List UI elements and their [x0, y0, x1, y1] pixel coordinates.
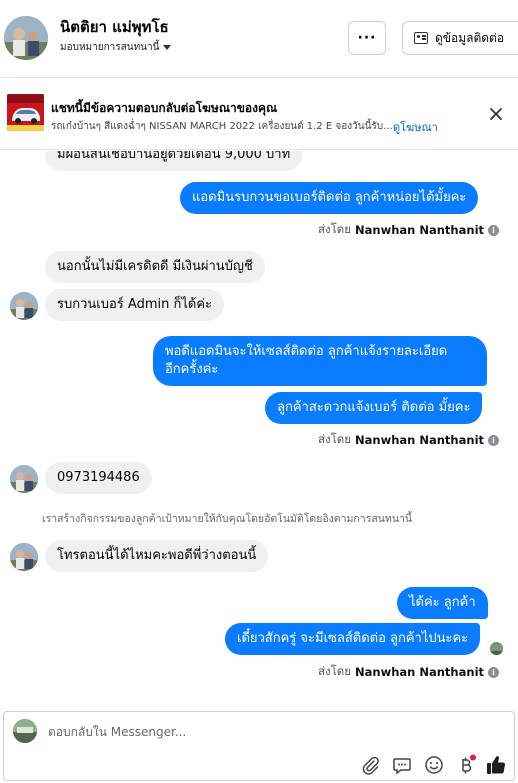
sent-by-prefix: ส่งโดย — [318, 222, 352, 236]
like-button[interactable] — [485, 754, 507, 776]
outgoing-message: เดี๋ยวสักครู่ จะมีเซลส์ติดต่อ ลูกค้าไปนะ… — [225, 623, 481, 655]
contact-avatar-small — [10, 292, 38, 320]
info-icon[interactable]: i — [488, 434, 500, 446]
close-icon — [490, 108, 502, 120]
sent-by-prefix: ส่งโดย — [318, 664, 352, 678]
message-composer — [3, 711, 515, 781]
more-options-button[interactable]: ··· — [348, 21, 386, 55]
chat-bubble-icon — [393, 758, 411, 775]
view-contact-info-label: ดูข้อมูลติดต่อ — [435, 30, 505, 45]
sent-by-prefix: ส่งโดย — [318, 432, 352, 446]
outgoing-message: พอดีแอดมินจะให้เซลส์ติดต่อ ลูกค้าแจ้งราย… — [153, 336, 487, 386]
sender-name: Nanwhan Nanthanit — [355, 433, 485, 447]
ad-banner-title: แชทนี้มีข้อความตอบกลับต่อโฆษณาของคุณ — [51, 101, 278, 115]
ad-reply-banner: แชทนี้มีข้อความตอบกลับต่อโฆษณาของคุณ รถเ… — [0, 79, 518, 150]
contact-avatar[interactable] — [4, 16, 48, 60]
conversation-header: นิตติยา แม่พุทโธ มอบหมายการสนทนานี้ ··· … — [0, 0, 518, 78]
attach-button[interactable] — [359, 754, 381, 776]
contact-card-icon — [414, 32, 428, 44]
sent-by-label: ส่งโดย Nanwhan Nanthanit i — [318, 431, 500, 449]
assign-conversation-dropdown[interactable]: มอบหมายการสนทนานี้ — [60, 40, 172, 55]
info-icon[interactable]: i — [488, 666, 500, 678]
smiley-icon — [425, 756, 443, 774]
view-ad-link[interactable]: ดูโฆษณา — [393, 118, 438, 136]
contact-avatar-small — [10, 465, 38, 493]
contact-name: นิตติยา แม่พุทโธ — [60, 18, 169, 36]
incoming-message: นอกนั้นไม่มีเครดิตดี มีเงินผ่านบัญชี — [45, 251, 265, 283]
sender-name: Nanwhan Nanthanit — [355, 223, 485, 237]
reply-input[interactable] — [48, 722, 488, 742]
outgoing-message: ลูกค้าสะดวกแจ้งเบอร์ ติดต่อ มั้ยคะ — [265, 392, 483, 424]
saved-replies-button[interactable] — [391, 754, 413, 776]
sent-by-label: ส่งโดย Nanwhan Nanthanit i — [318, 221, 500, 239]
message-thread[interactable]: มีผ่อนสินเชื่อบ้านอยู่ด้วยเดือน 9,000 บา… — [0, 151, 518, 701]
emoji-button[interactable] — [423, 754, 445, 776]
caret-down-icon — [163, 45, 172, 50]
close-banner-button[interactable] — [486, 104, 506, 124]
sent-by-label: ส่งโดย Nanwhan Nanthanit i — [318, 663, 500, 681]
outgoing-message: ได้ค่ะ ลูกค้า — [397, 587, 488, 619]
thumbs-up-icon — [487, 756, 506, 774]
incoming-message: มีผ่อนสินเชื่อบ้านอยู่ด้วยเดือน 9,000 บา… — [45, 151, 303, 171]
outgoing-message: แอดมินรบกวนขอเบอร์ติดต่อ ลูกค้าหน่อยได้ม… — [180, 182, 479, 214]
baht-icon — [462, 754, 476, 774]
assign-conversation-label: มอบหมายการสนทนานี้ — [60, 42, 160, 53]
ellipsis-icon: ··· — [357, 30, 377, 46]
info-icon[interactable]: i — [488, 224, 500, 236]
incoming-message: รบกวนเบอร์ Admin ก็ได้ค่ะ — [45, 289, 225, 321]
sender-name: Nanwhan Nanthanit — [355, 665, 485, 679]
incoming-message: 0973194486 — [45, 462, 152, 494]
page-avatar — [13, 719, 37, 743]
incoming-message: โทรตอนนี้ได้ไหมคะพอดีพี่ว่างตอนนี้ — [45, 540, 269, 572]
seen-indicator-avatar — [490, 642, 503, 655]
ad-thumbnail[interactable] — [7, 94, 44, 131]
contact-avatar-small — [10, 543, 38, 571]
view-contact-info-button[interactable]: ดูข้อมูลติดต่อ — [402, 21, 518, 55]
message-line: พอดีแอดมินจะให้เซลส์ติดต่อ ลูกค้าแจ้งราย… — [165, 344, 448, 359]
message-line: อีกครั้งค่ะ — [165, 362, 219, 377]
ad-description: รถเก๋งบ้านๆ สีแดงฉ่ำๆ NISSAN MARCH 2022 … — [51, 121, 393, 132]
paperclip-icon — [362, 756, 379, 775]
lead-activity-notice: เราสร้างกิจกรรมของลูกค้าเป้าหมายให้กับคุ… — [42, 513, 413, 525]
payment-button[interactable] — [455, 754, 477, 776]
